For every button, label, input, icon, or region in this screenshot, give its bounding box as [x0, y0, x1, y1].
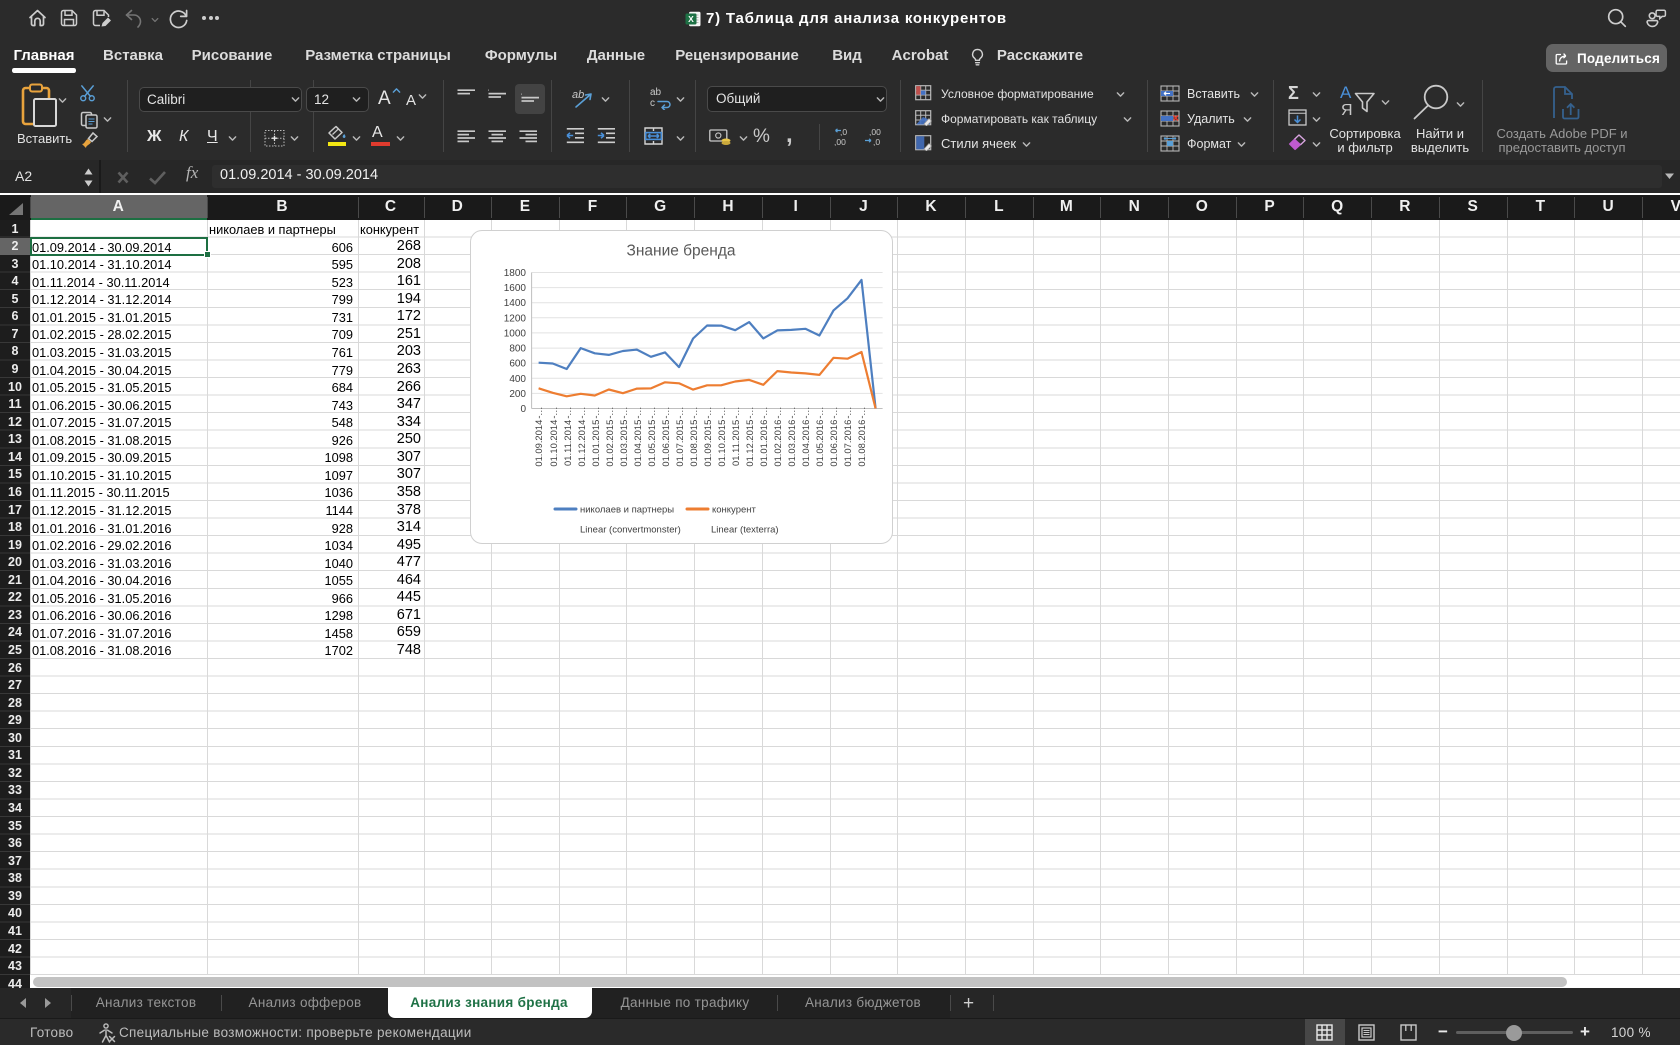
svg-text:1000: 1000: [504, 328, 527, 339]
svg-text:Я: Я: [1341, 102, 1353, 117]
svg-text:,00: ,00: [834, 137, 846, 147]
svg-text:,00: ,00: [869, 127, 881, 137]
svg-text:c: c: [650, 98, 655, 109]
svg-text:ab: ab: [650, 87, 662, 98]
svg-text:1600: 1600: [504, 283, 527, 294]
svg-text:,0: ,0: [873, 137, 880, 147]
svg-text:1800: 1800: [504, 268, 527, 279]
svg-text:Знание бренда: Знание бренда: [626, 242, 735, 259]
svg-text:X: X: [688, 14, 694, 24]
svg-text:200: 200: [509, 388, 526, 399]
svg-text:0: 0: [520, 404, 526, 415]
svg-text:400: 400: [509, 373, 526, 384]
svg-text:800: 800: [509, 343, 526, 354]
svg-text:А: А: [1340, 83, 1352, 102]
svg-text:Linear (convertmonster): Linear (convertmonster): [580, 524, 681, 535]
svg-text:600: 600: [509, 358, 526, 369]
svg-text:николаев и партнеры: николаев и партнеры: [580, 504, 674, 515]
svg-text:Linear (texterra): Linear (texterra): [711, 524, 779, 535]
svg-text:1400: 1400: [504, 298, 527, 309]
svg-text:1200: 1200: [504, 313, 527, 324]
svg-text:,0: ,0: [840, 127, 847, 137]
svg-text:конкурент: конкурент: [712, 504, 757, 515]
svg-text:ab: ab: [572, 89, 584, 101]
